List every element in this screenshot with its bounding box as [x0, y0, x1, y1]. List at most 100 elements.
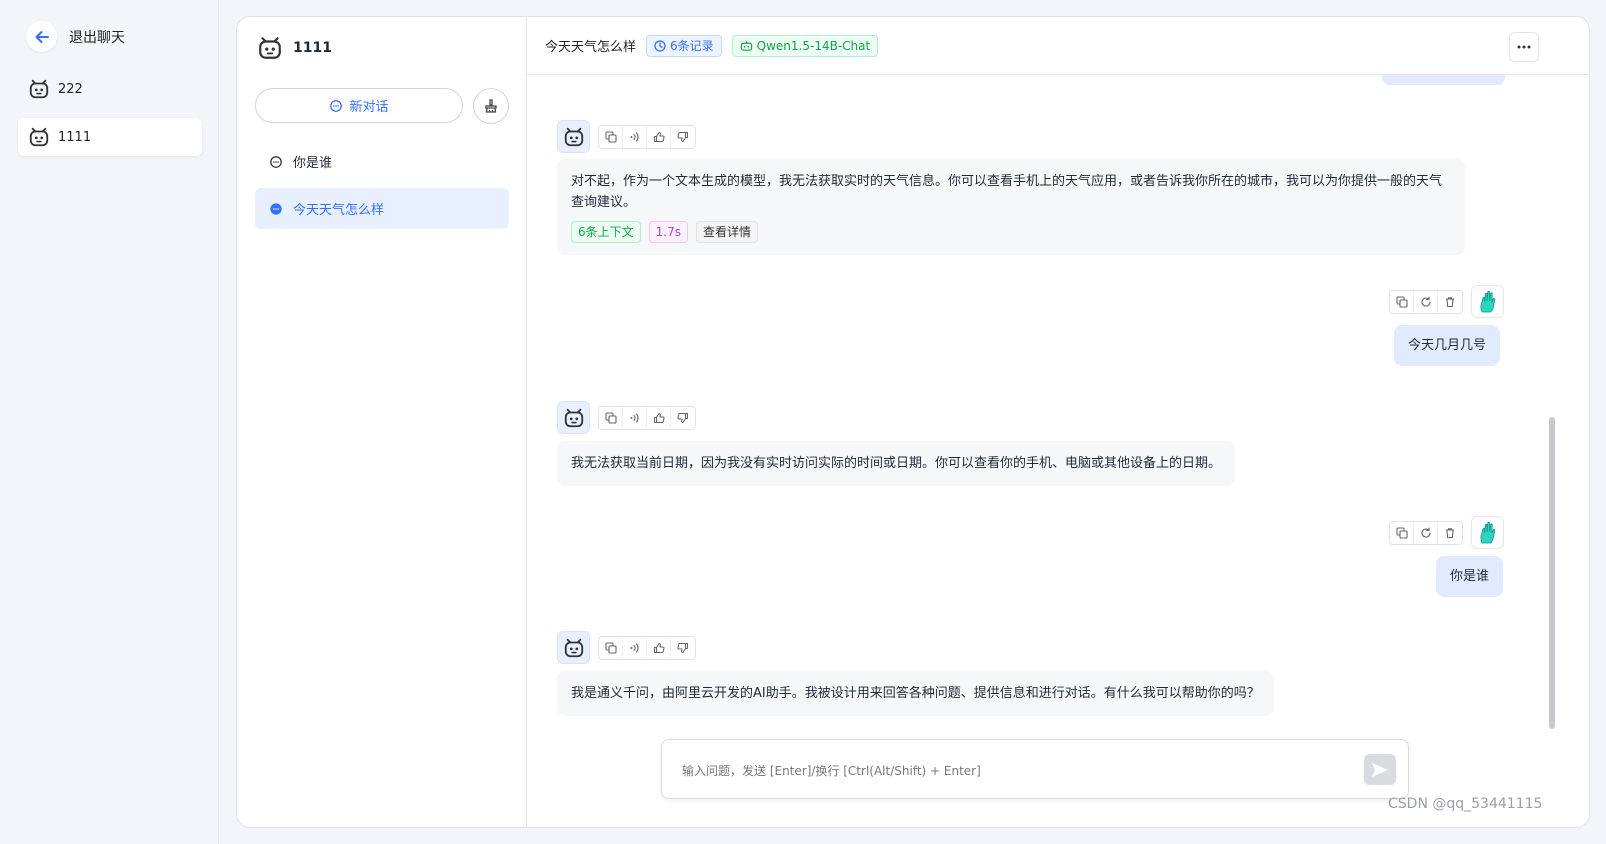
user-actions: [1389, 520, 1463, 545]
speak-button[interactable]: [623, 406, 647, 429]
copy-icon: [604, 130, 617, 143]
time-tag: 1.7s: [648, 221, 688, 243]
back-arrow-icon: [26, 21, 57, 52]
ai-message-bubble: 我是通义千问，由阿里云开发的AI助手。我被设计用来回答各种问题、提供信息和进行对…: [557, 671, 1274, 716]
more-options-button[interactable]: [1509, 32, 1539, 62]
clock-icon: [654, 39, 666, 52]
history-item-label: 你是谁: [293, 156, 333, 171]
copy-button[interactable]: [599, 406, 623, 429]
chat-card: 1111 新对话 你是谁 今天天气怎么样 今天天气怎么样 6条记录 Qwen1.…: [236, 16, 1590, 828]
app-title: 1111: [293, 40, 332, 56]
thumbs-up-icon: [653, 131, 665, 143]
speak-button[interactable]: [623, 125, 647, 148]
chat-header: 今天天气怎么样 6条记录 Qwen1.5-14B-Chat: [527, 17, 1589, 75]
robot-icon: [28, 126, 50, 148]
app-item-1111[interactable]: 1111: [18, 118, 202, 156]
context-tag: 6条上下文: [571, 221, 641, 243]
ai-actions: [598, 635, 696, 660]
delete-button[interactable]: [1438, 291, 1462, 313]
app-header: 1111: [257, 35, 332, 61]
app-item-label: 222: [58, 81, 83, 97]
model-tag: Qwen1.5-14B-Chat: [731, 34, 879, 57]
thumbs-down-icon: [677, 131, 689, 143]
thumbs-up-icon: [653, 412, 665, 424]
like-button[interactable]: [647, 125, 671, 148]
user-message-toolbar: [1389, 285, 1504, 318]
ai-message-text: 我是通义千问，由阿里云开发的AI助手。我被设计用来回答各种问题、提供信息和进行对…: [571, 686, 1260, 701]
exit-chat-button[interactable]: 退出聊天: [26, 21, 125, 52]
speak-button[interactable]: [623, 636, 647, 659]
clear-history-button[interactable]: [473, 88, 509, 124]
new-chat-button[interactable]: 新对话: [255, 88, 463, 123]
user-message-bubble: 今天几月几号: [1394, 325, 1501, 366]
history-item-active[interactable]: 今天天气怎么样: [255, 188, 509, 229]
speaker-icon: [629, 131, 641, 143]
user-message-toolbar: [1389, 516, 1504, 549]
ai-actions: [598, 124, 696, 149]
ai-message-toolbar: [557, 120, 696, 153]
copy-icon: [604, 411, 617, 424]
copy-icon: [1395, 295, 1408, 308]
ai-message-bubble: 对不起，作为一个文本生成的模型，我无法获取实时的天气信息。你可以查看手机上的天气…: [557, 159, 1465, 255]
previous-message-bubble: [1382, 75, 1505, 85]
history-panel: 1111 新对话 你是谁 今天天气怎么样: [237, 17, 527, 827]
history-item-label: 今天天气怎么样: [293, 203, 385, 218]
dislike-button[interactable]: [671, 637, 695, 659]
delete-button[interactable]: [1438, 522, 1462, 544]
message-input[interactable]: 输入问题，发送 [Enter]/换行 [Ctrl(Alt/Shift) + En…: [661, 739, 1409, 799]
message-input-placeholder: 输入问题，发送 [Enter]/换行 [Ctrl(Alt/Shift) + En…: [682, 764, 981, 778]
ai-message-bubble: 我无法获取当前日期，因为我没有实时访问实际的时间或日期。你可以查看你的手机、电脑…: [557, 441, 1236, 486]
app-item-222[interactable]: 222: [18, 70, 202, 108]
copy-icon: [1395, 526, 1408, 539]
ai-actions: [598, 405, 696, 430]
copy-icon: [604, 641, 617, 654]
records-tag: 6条记录: [646, 34, 722, 57]
more-icon: [1517, 45, 1531, 49]
ai-avatar: [557, 120, 590, 153]
dislike-button[interactable]: [671, 407, 695, 429]
user-message-bubble: 你是谁: [1436, 556, 1504, 597]
speaker-icon: [629, 642, 641, 654]
like-button[interactable]: [647, 636, 671, 659]
ai-avatar: [557, 631, 590, 664]
app-sidebar: 退出聊天 222 1111: [0, 0, 219, 844]
chat-scrollbar[interactable]: [1549, 417, 1555, 729]
copy-button[interactable]: [1390, 290, 1414, 313]
thumbs-down-icon: [677, 412, 689, 424]
thumbs-down-icon: [677, 642, 689, 654]
copy-button[interactable]: [1390, 521, 1414, 544]
copy-button[interactable]: [599, 636, 623, 659]
robot-icon: [740, 40, 753, 52]
app-item-label: 1111: [58, 129, 92, 145]
regenerate-button[interactable]: [1414, 290, 1438, 313]
ai-message-toolbar: [557, 401, 696, 434]
user-avatar: [1471, 516, 1504, 549]
watermark: CSDN @qq_53441115: [1388, 796, 1543, 812]
ai-message-text: 我无法获取当前日期，因为我没有实时访问实际的时间或日期。你可以查看你的手机、电脑…: [571, 456, 1222, 471]
user-message-text: 你是谁: [1450, 569, 1490, 584]
exit-chat-label: 退出聊天: [69, 29, 125, 46]
chat-bubble-icon: [269, 202, 283, 216]
new-chat-label: 新对话: [349, 100, 389, 115]
ai-message-toolbar: [557, 631, 696, 664]
chat-title: 今天天气怎么样: [545, 40, 637, 55]
copy-button[interactable]: [599, 125, 623, 148]
ai-message-text: 对不起，作为一个文本生成的模型，我无法获取实时的天气信息。你可以查看手机上的天气…: [571, 174, 1443, 210]
refresh-icon: [1420, 295, 1432, 308]
send-button[interactable]: [1364, 754, 1396, 785]
like-button[interactable]: [647, 406, 671, 429]
broom-icon: [483, 98, 499, 114]
user-avatar: [1471, 285, 1504, 318]
view-details-button[interactable]: 查看详情: [695, 221, 758, 243]
dislike-button[interactable]: [671, 126, 695, 148]
send-icon: [1371, 762, 1389, 778]
message-meta: 6条上下文 1.7s 查看详情: [571, 221, 1451, 243]
regenerate-button[interactable]: [1414, 521, 1438, 544]
history-item[interactable]: 你是谁: [255, 141, 509, 182]
trash-icon: [1444, 296, 1456, 308]
trash-icon: [1444, 527, 1456, 539]
speaker-icon: [629, 412, 641, 424]
robot-icon: [28, 78, 50, 100]
user-actions: [1389, 289, 1463, 314]
chat-bubble-icon: [269, 155, 283, 169]
